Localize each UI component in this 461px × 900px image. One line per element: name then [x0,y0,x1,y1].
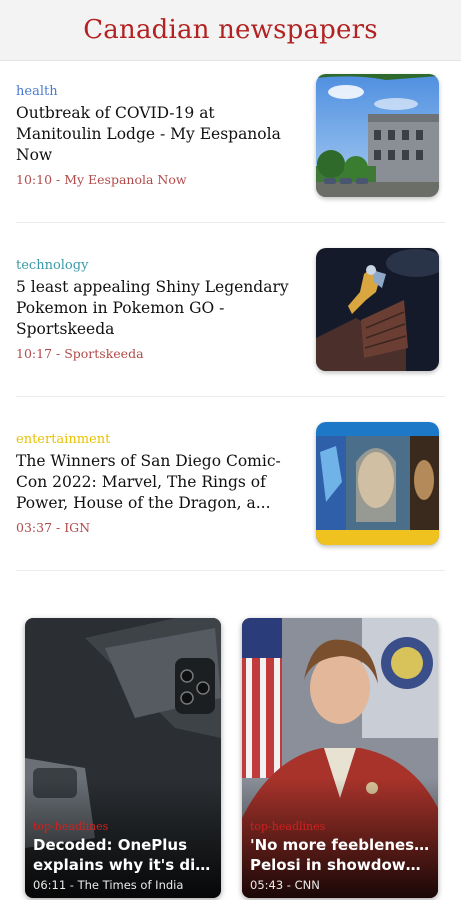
card-category: top-headlines [33,820,109,833]
card-headline-line: Decoded: OnePlus [33,836,188,854]
news-list-item[interactable]: health Outbreak of COVID-19 at Manitouli… [16,74,439,198]
headline-card[interactable]: top-headlines Decoded: OnePlus explains … [25,618,221,898]
card-headline[interactable]: 'No more feebleness': Pelosi in showdown… [250,835,430,875]
article-meta: 10:17 - Sportskeeda [16,346,144,361]
article-thumbnail[interactable] [316,248,439,371]
card-meta: 05:43 - CNN [250,878,320,892]
article-category: health [16,84,58,99]
article-text: technology 5 least appealing Shiny Legen… [16,258,301,361]
comic-con-collage [316,422,439,545]
card-text: top-headlines 'No more feebleness': Pelo… [250,820,430,892]
divider [16,396,445,397]
article-meta: 10:10 - My Eespanola Now [16,172,187,187]
article-category: technology [16,258,89,273]
card-headline-line: 'No more feebleness': [250,836,430,854]
article-headline[interactable]: Outbreak of COVID-19 at Manitoulin Lodge… [16,103,301,166]
card-category: top-headlines [250,820,326,833]
headline-card[interactable]: top-headlines 'No more feebleness': Pelo… [242,618,438,898]
card-headline-line: explains why it's ditc... [33,856,213,874]
article-text: health Outbreak of COVID-19 at Manitouli… [16,84,301,187]
article-category: entertainment [16,432,111,447]
divider [16,222,445,223]
card-headline-line: Pelosi in showdown ... [250,856,430,874]
card-text: top-headlines Decoded: OnePlus explains … [33,820,213,892]
article-meta: 03:37 - IGN [16,520,91,535]
building-photo [316,74,439,197]
app-header: Canadian newspapers [0,0,461,61]
card-meta: 06:11 - The Times of India [33,878,184,892]
divider [16,570,445,571]
article-thumbnail[interactable] [316,74,439,197]
pokemon-artwork [316,248,439,371]
page-title: Canadian newspapers [83,15,378,45]
news-list-item[interactable]: technology 5 least appealing Shiny Legen… [16,248,439,372]
article-text: entertainment The Winners of San Diego C… [16,432,301,535]
article-thumbnail[interactable] [316,422,439,545]
article-headline[interactable]: 5 least appealing Shiny Legendary Pokemo… [16,277,301,340]
article-headline[interactable]: The Winners of San Diego Comic-Con 2022:… [16,451,301,514]
news-list-item[interactable]: entertainment The Winners of San Diego C… [16,422,439,546]
card-headline[interactable]: Decoded: OnePlus explains why it's ditc.… [33,835,213,875]
